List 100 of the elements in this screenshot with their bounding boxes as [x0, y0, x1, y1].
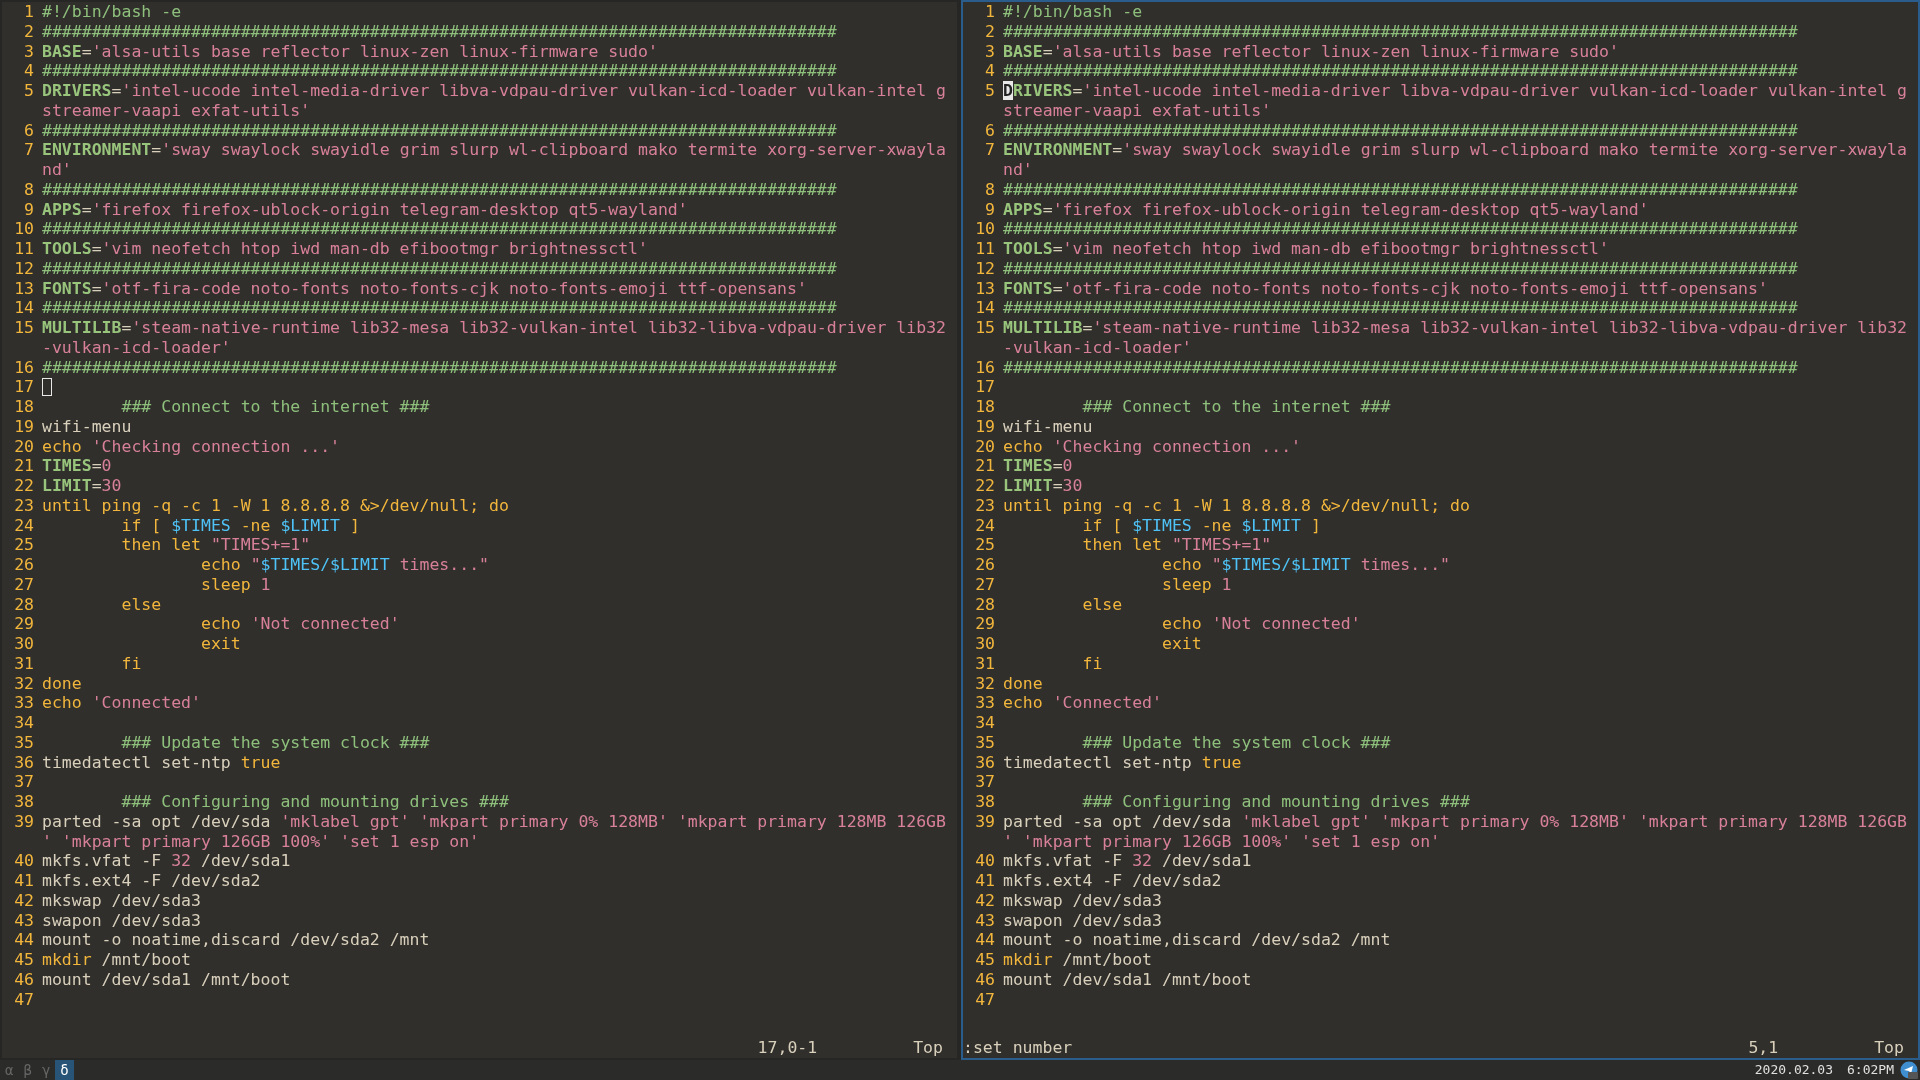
code-line: parted -sa opt /dev/sda 'mklabel gpt' 'mkpart primary 0% 128MB' 'mkpart primary 128MB 126GB: [42, 811, 946, 832]
line-number: 11: [13, 239, 35, 259]
code-line: mount -o noatime,discard /dev/sda2 /mnt: [1003, 930, 1391, 950]
code-line: fi: [120, 653, 142, 674]
code-line: ' 'mkpart primary 126GB 100%' 'set 1 esp on': [42, 831, 480, 852]
line-number: 10: [974, 219, 996, 239]
line-number: 47: [13, 989, 35, 1010]
workspace-tab[interactable]: γ: [36, 1060, 56, 1080]
line-number: 15: [974, 318, 996, 338]
line-number: 3: [984, 41, 996, 62]
code-line: DRIVERS='intel-ucode intel-media-driver libva-vdpau-driver vulkan-icd-loader vulkan-intel g: [42, 81, 946, 101]
line-number: 34: [13, 713, 35, 733]
code-line: mkdir /mnt/boot: [1003, 950, 1152, 970]
code-line: ################################################################################: [1003, 298, 1798, 318]
line-number: 47: [974, 989, 996, 1010]
code-line: mkfs.vfat -F 32 /dev/sda1: [1003, 851, 1252, 871]
line-number: 35: [13, 732, 35, 753]
line-number: 27: [974, 574, 996, 595]
code-line: streamer-vaapi exfat-utils': [1003, 100, 1272, 121]
code-line: parted -sa opt /dev/sda 'mklabel gpt' 'mkpart primary 0% 128MB' 'mkpart primary 128MB 126GB: [1003, 811, 1907, 832]
code-line: sleep 1: [199, 574, 271, 595]
line-number: 23: [974, 495, 996, 516]
line-number: 12: [13, 258, 35, 279]
line-number: 20: [13, 436, 35, 457]
code-line: ################################################################################: [42, 219, 837, 239]
line-number: 18: [974, 397, 996, 417]
line-number: 30: [974, 634, 996, 654]
line-number: 42: [974, 890, 996, 911]
code-line: MULTILIB='steam-native-runtime lib32-mesa lib32-vulkan-intel lib32-libva-vdpau-driver lib32: [42, 318, 946, 338]
line-number: 11: [974, 239, 996, 259]
line-number: 31: [974, 653, 996, 674]
code-line: APPS='firefox firefox-ublock-origin telegram-desktop qt5-wayland': [1003, 199, 1649, 220]
code-line: TOOLS='vim neofetch htop iwd man-db efibootmgr brightnessctl': [42, 239, 648, 259]
code-line: ################################################################################: [1003, 21, 1798, 42]
tray-icon[interactable]: [1900, 1061, 1918, 1079]
code-line: exit: [199, 634, 241, 654]
line-number: 43: [974, 910, 996, 931]
code-line: ### Update the system clock ###: [120, 732, 430, 753]
code-line: TIMES=0: [42, 456, 112, 476]
code-line: echo 'Checking connection ...': [42, 436, 341, 457]
line-number: 16: [13, 357, 35, 378]
line-number: 33: [974, 693, 996, 713]
line-number: 6: [23, 120, 35, 141]
line-number: 33: [13, 693, 35, 713]
workspace-tab[interactable]: β: [18, 1060, 37, 1080]
code-line: ### Connect to the internet ###: [120, 397, 430, 417]
line-number: 29: [13, 614, 35, 634]
code-line: FONTS='otf-fira-code noto-fonts noto-fonts-cjk noto-fonts-emoji ttf-opensans': [42, 278, 807, 299]
line-number: 8: [984, 179, 996, 200]
code-line: ### Configuring and mounting drives ###: [120, 792, 509, 812]
code-line: until ping -q -c 1 -W 1 8.8.8.8 &>/dev/null; do: [1003, 495, 1470, 516]
code-line: nd': [42, 160, 72, 180]
line-number: 25: [974, 535, 996, 555]
line-number: 14: [974, 298, 996, 318]
code-line: if [ $TIMES -ne $LIMIT ]: [120, 515, 360, 536]
date-text: 2020.02.03: [1754, 1061, 1834, 1080]
code-line: swapon /dev/sda3: [1003, 910, 1162, 931]
code-line: echo "$TIMES/$LIMIT times...": [199, 555, 490, 575]
line-number: 32: [13, 673, 35, 694]
scroll-position: Top: [1874, 1038, 1904, 1058]
workspace-tab[interactable]: α: [0, 1060, 19, 1080]
code-line: ################################################################################: [42, 179, 837, 200]
line-number: 3: [23, 41, 35, 62]
line-number: 5: [23, 81, 35, 101]
workspace-tab[interactable]: δ: [55, 1060, 74, 1080]
line-number: 24: [13, 515, 35, 536]
scroll-position: Top: [913, 1038, 943, 1058]
line-number: 44: [974, 930, 996, 950]
clock-text: 6:02PM: [1847, 1061, 1894, 1080]
code-line: timedatectl set-ntp true: [1003, 752, 1242, 773]
code-line: nd': [1003, 160, 1033, 180]
line-number: 8: [23, 179, 35, 200]
cursor-position: 5,1: [1748, 1038, 1779, 1058]
line-number: 31: [13, 653, 35, 674]
code-line: BASE='alsa-utils base reflector linux-zen linux-firmware sudo': [42, 41, 658, 62]
line-number: 44: [13, 930, 35, 950]
code-line: ################################################################################: [42, 120, 837, 141]
line-number: 13: [974, 278, 996, 299]
line-number: 35: [974, 732, 996, 753]
code-line: then let "TIMES+=1": [1081, 535, 1272, 555]
code-line: ENVIRONMENT='sway swaylock swayidle grim slurp wl-clipboard mako termite xorg-server-xwayla: [42, 140, 946, 160]
code-line: wifi-menu: [1003, 416, 1093, 437]
code-line: #!/bin/bash -e: [42, 2, 182, 22]
command-line: :set number: [963, 1038, 1073, 1058]
line-number: 24: [974, 515, 996, 536]
line-number: 6: [984, 120, 996, 141]
code-line: mkfs.vfat -F 32 /dev/sda1: [42, 851, 291, 871]
line-number: 28: [13, 594, 35, 615]
line-number: 26: [974, 555, 996, 575]
code-line: ################################################################################: [1003, 357, 1798, 378]
code-line: ################################################################################: [1003, 120, 1798, 141]
line-number: 2: [984, 21, 996, 42]
code-line: echo 'Not connected': [1160, 614, 1361, 634]
code-line: echo "$TIMES/$LIMIT times...": [1160, 555, 1451, 575]
code-line: else: [1081, 594, 1123, 615]
code-line: TOOLS='vim neofetch htop iwd man-db efibootmgr brightnessctl': [1003, 239, 1609, 259]
code-line: ################################################################################: [1003, 219, 1798, 239]
line-number: 41: [974, 871, 996, 891]
line-number: 37: [13, 772, 35, 792]
code-line: mount -o noatime,discard /dev/sda2 /mnt: [42, 930, 430, 950]
